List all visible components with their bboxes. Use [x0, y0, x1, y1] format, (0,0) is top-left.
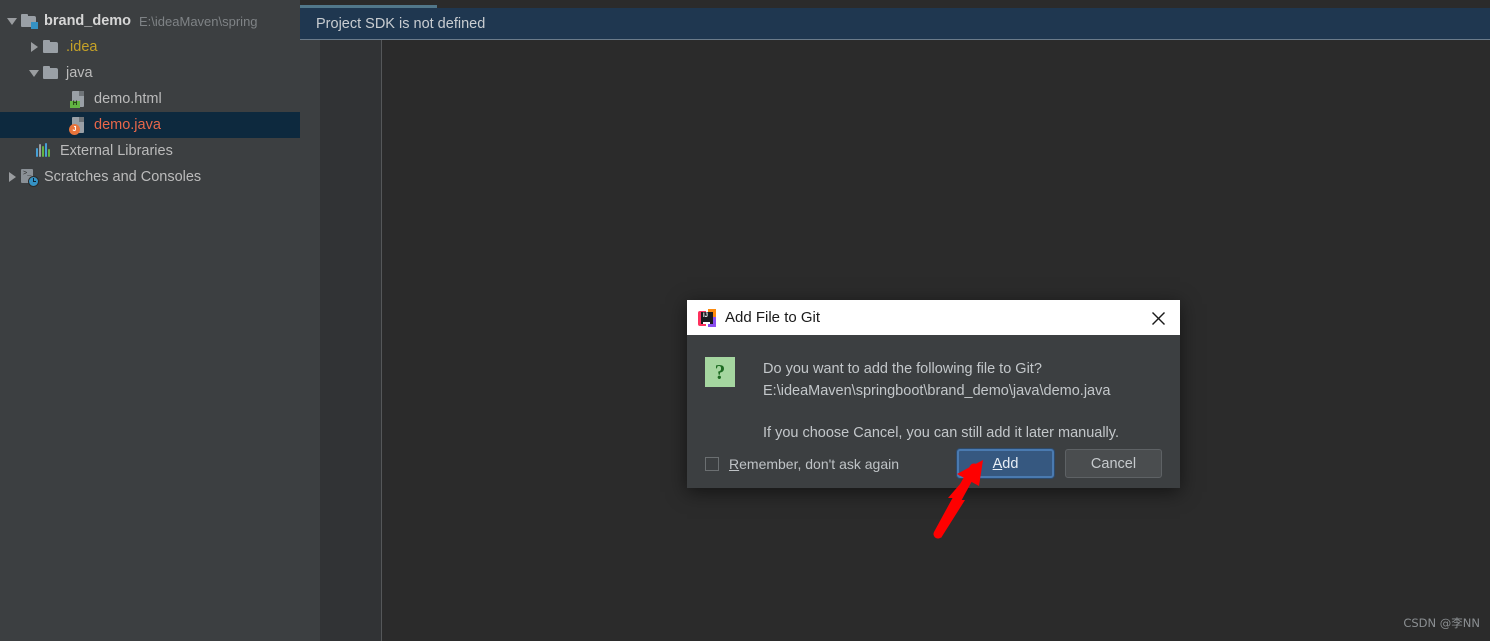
- watermark: CSDN @李NN: [1403, 616, 1480, 630]
- chevron-down-icon[interactable]: [4, 8, 20, 34]
- tree-item-label: demo.java: [94, 117, 161, 133]
- tree-item-idea[interactable]: .idea: [0, 34, 300, 60]
- editor-gutter-strip: [300, 40, 320, 641]
- tree-item-demo-html[interactable]: H demo.html: [0, 86, 300, 112]
- project-tool-window: brand_demo E:\ideaMaven\spring .idea jav…: [0, 0, 300, 641]
- html-file-icon: H: [70, 90, 88, 108]
- dialog-message-line-1: Do you want to add the following file to…: [763, 361, 1042, 377]
- checkbox-mnemonic: R: [729, 455, 740, 472]
- dialog-message-line-2: E:\ideaMaven\springboot\brand_demo\java\…: [763, 383, 1111, 399]
- tree-item-java[interactable]: java: [0, 60, 300, 86]
- folder-icon: [42, 64, 60, 82]
- dialog-titlebar: IJ Add File to Git: [687, 300, 1180, 335]
- chevron-right-icon[interactable]: [26, 34, 42, 60]
- add-button-mnemonic: A: [992, 455, 1003, 472]
- dialog-message-spacer: [763, 402, 1162, 422]
- tree-item-label: Scratches and Consoles: [44, 169, 202, 185]
- tree-item-path: E:\ideaMaven\spring: [139, 13, 258, 29]
- dialog-button-group: Add Cancel: [957, 449, 1162, 478]
- dialog-message: Do you want to add the following file to…: [763, 353, 1162, 444]
- close-icon[interactable]: [1146, 306, 1170, 330]
- dialog-message-line-3: If you choose Cancel, you can still add …: [763, 425, 1119, 441]
- gutter-divider: [381, 40, 382, 641]
- cancel-button[interactable]: Cancel: [1065, 449, 1162, 478]
- tree-item-label: .idea: [66, 39, 98, 55]
- tree-item-label: External Libraries: [60, 143, 173, 159]
- tree-item-external-libraries[interactable]: External Libraries: [0, 138, 300, 164]
- tree-item-label: demo.html: [94, 91, 162, 107]
- checkbox-box[interactable]: [705, 456, 719, 471]
- checkbox-label-rest: emember, don't ask again: [739, 455, 900, 472]
- remember-checkbox[interactable]: Remember, don't ask again: [705, 456, 899, 472]
- add-button[interactable]: Add: [957, 449, 1054, 478]
- chevron-right-icon[interactable]: [4, 164, 20, 190]
- tree-item-demo-java[interactable]: J demo.java: [0, 112, 300, 138]
- module-folder-icon: [20, 12, 38, 30]
- tree-item-scratches-and-consoles[interactable]: >_ Scratches and Consoles: [0, 164, 300, 190]
- remember-checkbox-label: Remember, don't ask again: [729, 456, 899, 472]
- question-mark-icon: ?: [705, 357, 735, 387]
- tree-item-brand-demo[interactable]: brand_demo E:\ideaMaven\spring: [0, 8, 300, 34]
- scratches-icon: >_: [20, 168, 39, 187]
- dialog-footer: Remember, don't ask again Add Cancel: [687, 449, 1180, 478]
- intellij-idea-icon: IJ: [698, 308, 716, 327]
- notification-text: Project SDK is not defined: [316, 15, 486, 32]
- java-file-icon: J: [69, 116, 88, 135]
- tree-item-label: java: [66, 65, 93, 81]
- tree-item-label: brand_demo: [44, 13, 132, 29]
- add-button-rest: dd: [1002, 455, 1019, 472]
- external-libraries-icon: [36, 142, 54, 160]
- folder-icon: [42, 38, 60, 56]
- ide-window: Project SDK is not defined brand_demo E:…: [0, 0, 1490, 641]
- notification-banner[interactable]: Project SDK is not defined: [300, 8, 1490, 40]
- add-file-to-git-dialog: IJ Add File to Git ? Do you want to add …: [687, 300, 1180, 488]
- dialog-title: Add File to Git: [725, 309, 821, 326]
- chevron-down-icon[interactable]: [26, 60, 42, 86]
- dialog-body: ? Do you want to add the following file …: [687, 335, 1180, 488]
- project-tree: brand_demo E:\ideaMaven\spring .idea jav…: [0, 8, 300, 190]
